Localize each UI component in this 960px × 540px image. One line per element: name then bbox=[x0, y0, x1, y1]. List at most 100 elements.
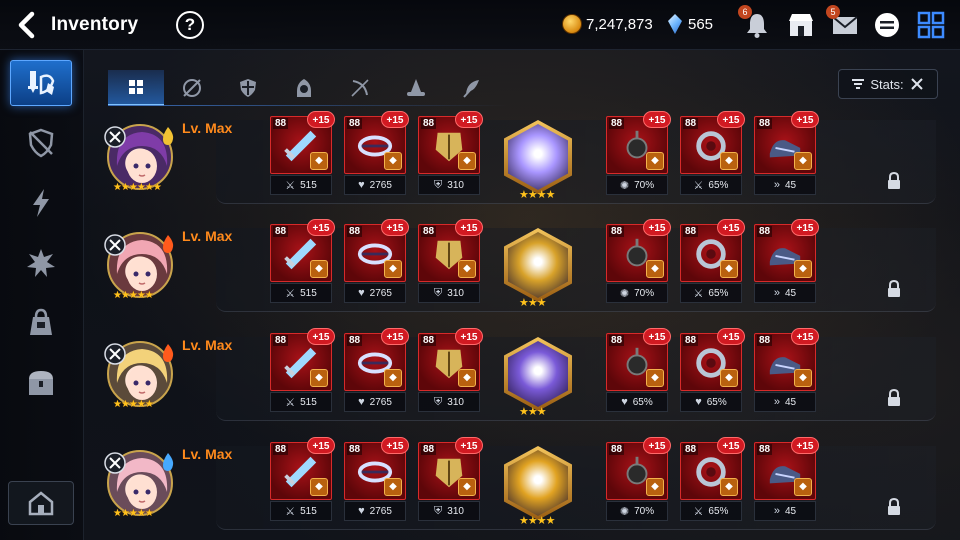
item-frame: 88 +15 ◆ bbox=[680, 219, 745, 282]
equipment-slot[interactable]: 88 +15 ◆ ⚔ 65% bbox=[680, 437, 745, 526]
equipment-slot[interactable]: 88 +15 ◆ » 45 bbox=[754, 219, 819, 308]
hero-row[interactable]: ★★★★★ Lv. Max 88 +15 ◆ ⚔ 515 88 +15 ◆ ♥ … bbox=[96, 328, 950, 437]
item-frame: 88 +15 ◆ bbox=[418, 328, 483, 391]
mage-icon bbox=[104, 234, 126, 256]
health-stat-icon: ♥ bbox=[358, 505, 365, 517]
equipment-slot[interactable]: 88 +15 ◆ ⛨ 310 bbox=[418, 219, 483, 308]
main-stat-value: 515 bbox=[300, 179, 317, 191]
enhance-badge: +15 bbox=[791, 219, 819, 236]
shop-button[interactable] bbox=[786, 11, 816, 39]
set-icon: ◆ bbox=[458, 369, 476, 387]
enhance-badge: +15 bbox=[307, 219, 335, 236]
equipment-slot[interactable]: 88 +15 ◆ » 45 bbox=[754, 111, 819, 200]
crystal-display[interactable]: 565 bbox=[668, 14, 713, 34]
equipment-slot[interactable]: 88 +15 ◆ » 45 bbox=[754, 437, 819, 526]
lock-icon[interactable] bbox=[886, 172, 902, 190]
hero-portrait[interactable]: ★★★★★ bbox=[104, 339, 176, 411]
mail-button[interactable]: 5 bbox=[826, 5, 860, 39]
equipment-slot[interactable]: 88 +15 ◆ ✺ 70% bbox=[606, 219, 671, 308]
chat-button[interactable] bbox=[872, 11, 902, 39]
equipment-slot[interactable]: 88 +15 ◆ ♥ 2765 bbox=[344, 219, 409, 308]
filter-icon bbox=[852, 79, 865, 89]
speed-stat-icon: » bbox=[773, 287, 780, 299]
tab-mage[interactable] bbox=[388, 70, 444, 106]
attack-stat-icon: ⚔ bbox=[285, 287, 296, 300]
lock-icon[interactable] bbox=[886, 389, 902, 407]
equipment-slot[interactable]: 88 +15 ◆ ✺ 70% bbox=[606, 111, 671, 200]
hero-stars: ★★★★★ bbox=[113, 290, 154, 301]
equipment-slot[interactable]: 88 +15 ◆ ⛨ 310 bbox=[418, 111, 483, 200]
hero-portrait[interactable]: ★★★★★ bbox=[104, 448, 176, 520]
hero-row[interactable]: ★★★★★ Lv. Max 88 +15 ◆ ⚔ 515 88 +15 ◆ ♥ … bbox=[96, 219, 950, 328]
artifact-slot[interactable]: ★★★★ bbox=[501, 120, 575, 204]
equipment-slot[interactable]: 88 +15 ◆ ♥ 2765 bbox=[344, 111, 409, 200]
main-stat: ⚔ 65% bbox=[680, 283, 742, 303]
menu-button[interactable] bbox=[916, 11, 946, 39]
sidebar-item-catalyst[interactable] bbox=[10, 180, 72, 226]
equipment-slot[interactable]: 88 +15 ◆ ♥ 2765 bbox=[344, 437, 409, 526]
crit-stat-icon: ✺ bbox=[619, 287, 630, 300]
help-button[interactable]: ? bbox=[176, 11, 204, 39]
item-level: 88 bbox=[683, 118, 699, 129]
hero-level: Lv. Max bbox=[182, 120, 233, 136]
equipment-slot[interactable]: 88 +15 ◆ ♥ 65% bbox=[606, 328, 671, 417]
item-level: 88 bbox=[609, 118, 625, 129]
main-stat: ✺ 70% bbox=[606, 175, 668, 195]
equipment-slot[interactable]: 88 +15 ◆ » 45 bbox=[754, 328, 819, 417]
lock-icon[interactable] bbox=[886, 280, 902, 298]
main-stat: ⛨ 310 bbox=[418, 392, 480, 412]
equipment-slot[interactable]: 88 +15 ◆ ⚔ 515 bbox=[270, 437, 335, 526]
fire-icon bbox=[163, 235, 174, 253]
equipment-slot[interactable]: 88 +15 ◆ ✺ 70% bbox=[606, 437, 671, 526]
notification-button[interactable]: 6 bbox=[738, 5, 772, 39]
equipment-slot[interactable]: 88 +15 ◆ ⛨ 310 bbox=[418, 437, 483, 526]
back-button[interactable] bbox=[14, 11, 42, 39]
equipment-slot[interactable]: 88 +15 ◆ ⚔ 515 bbox=[270, 328, 335, 417]
main-stat-value: 515 bbox=[300, 287, 317, 299]
item-frame: 88 +15 ◆ bbox=[344, 219, 409, 282]
hero-portrait[interactable]: ★★★★★ bbox=[104, 230, 176, 302]
sidebar-item-misc[interactable] bbox=[10, 300, 72, 346]
sidebar-item-equipment[interactable] bbox=[10, 60, 72, 106]
equipment-slot[interactable]: 88 +15 ◆ ⚔ 65% bbox=[680, 111, 745, 200]
sidebar-item-artifact[interactable] bbox=[10, 120, 72, 166]
hero-portrait[interactable]: ★★★★★★ bbox=[104, 122, 176, 194]
filter-tabs bbox=[108, 70, 500, 106]
tab-thief[interactable] bbox=[276, 70, 332, 106]
lock-icon[interactable] bbox=[886, 498, 902, 516]
equipment-slot[interactable]: 88 +15 ◆ ⚔ 65% bbox=[680, 219, 745, 308]
set-icon: ◆ bbox=[646, 260, 664, 278]
sidebar-item-material[interactable] bbox=[10, 240, 72, 286]
equipment-slot[interactable]: 88 +15 ◆ ♥ 65% bbox=[680, 328, 745, 417]
fire-icon bbox=[163, 344, 174, 362]
item-level: 88 bbox=[347, 226, 363, 237]
item-level: 88 bbox=[683, 335, 699, 346]
item-frame: 88 +15 ◆ bbox=[270, 219, 335, 282]
tab-warrior[interactable] bbox=[220, 70, 276, 106]
attack-stat-icon: ⚔ bbox=[693, 505, 704, 518]
item-level: 88 bbox=[609, 444, 625, 455]
tab-all[interactable] bbox=[108, 70, 164, 106]
artifact-slot[interactable]: ★★★ bbox=[501, 337, 575, 421]
hero-row[interactable]: ★★★★★★ Lv. Max 88 +15 ◆ ⚔ 515 88 +15 ◆ ♥… bbox=[96, 111, 950, 220]
equipment-slot[interactable]: 88 +15 ◆ ♥ 2765 bbox=[344, 328, 409, 417]
shop-icon bbox=[789, 14, 813, 36]
artifact-slot[interactable]: ★★★ bbox=[501, 228, 575, 312]
gold-display[interactable]: 7,247,873 bbox=[562, 14, 653, 34]
tab-knight[interactable] bbox=[164, 70, 220, 106]
artifact-slot[interactable]: ★★★★ bbox=[501, 446, 575, 530]
equipment-slot[interactable]: 88 +15 ◆ ⛨ 310 bbox=[418, 328, 483, 417]
defense-stat-icon: ⛨ bbox=[434, 178, 443, 191]
enhance-badge: +15 bbox=[455, 328, 483, 345]
house-storage-button[interactable] bbox=[8, 481, 74, 525]
stats-filter-button[interactable]: Stats: bbox=[838, 69, 938, 99]
item-level: 88 bbox=[609, 335, 625, 346]
soul-weaver-icon bbox=[104, 126, 126, 148]
equipment-slot[interactable]: 88 +15 ◆ ⚔ 515 bbox=[270, 111, 335, 200]
tab-soul-weaver[interactable] bbox=[444, 70, 500, 106]
hero-row[interactable]: ★★★★★ Lv. Max 88 +15 ◆ ⚔ 515 88 +15 ◆ ♥ … bbox=[96, 437, 950, 540]
sidebar-item-storage[interactable] bbox=[10, 360, 72, 406]
equipment-slot[interactable]: 88 +15 ◆ ⚔ 515 bbox=[270, 219, 335, 308]
tab-ranger[interactable] bbox=[332, 70, 388, 106]
top-bar: Inventory ? 7,247,873 565 6 5 bbox=[0, 0, 960, 50]
